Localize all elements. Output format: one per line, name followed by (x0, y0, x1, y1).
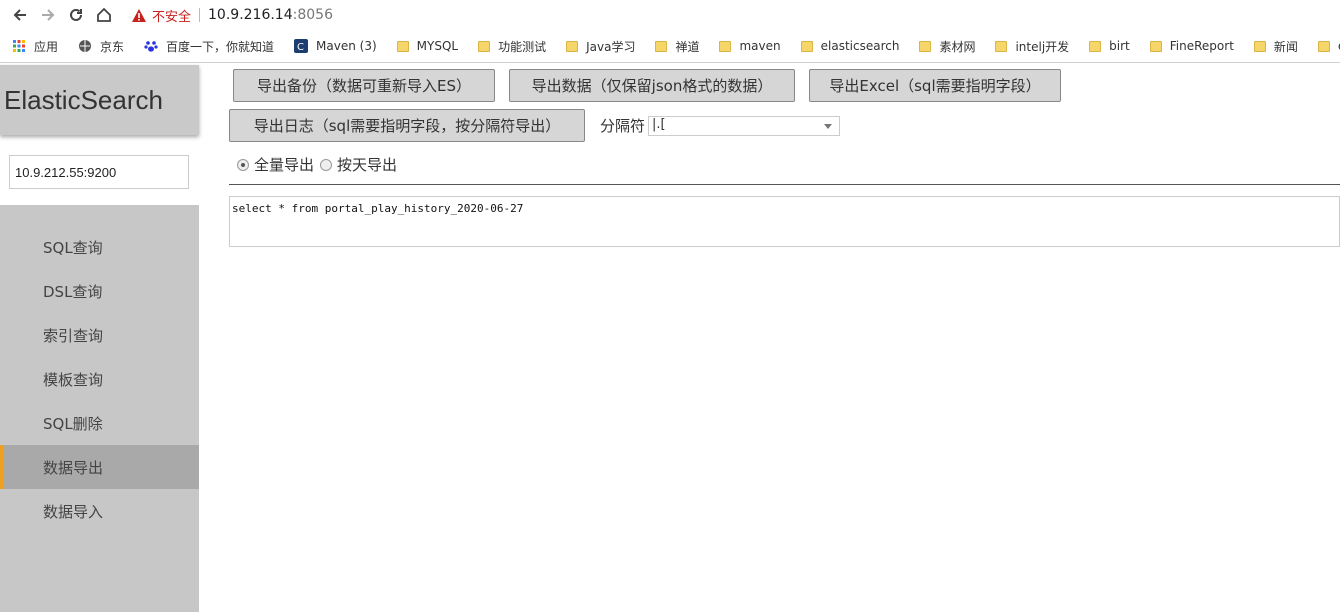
bookmark-folder[interactable]: 禅道 (655, 38, 699, 55)
back-arrow-icon (13, 9, 26, 21)
export-backup-button[interactable]: 导出备份（数据可重新导入ES） (233, 69, 495, 102)
bookmark-apps[interactable]: 应用 (12, 38, 58, 55)
folder-icon (919, 40, 932, 52)
globe-icon (79, 40, 92, 52)
bookmark-label: MYSQL (416, 39, 459, 53)
separator-value: |.[ (652, 117, 666, 132)
url-separator (199, 8, 201, 22)
sidebar-item-index-query[interactable]: 索引查询 (0, 313, 199, 357)
host-panel (0, 135, 199, 205)
folder-icon (1253, 40, 1266, 52)
bookmark-label: 应用 (34, 39, 59, 54)
home-icon (97, 7, 111, 22)
folder-icon (719, 40, 732, 52)
separator-label: 分隔符 (600, 117, 646, 135)
bookmark-label: Java学习 (586, 39, 636, 54)
bookmark-label: Maven (3) (316, 39, 377, 53)
maven-icon: C (294, 39, 309, 53)
sidebar-menu: SQL查询 DSL查询 索引查询 模板查询 SQL删除 数据导出 数据导入 (0, 225, 199, 533)
daily-export-label: 按天导出 (337, 156, 398, 174)
es-host-input[interactable] (9, 155, 189, 189)
bookmarks-bar: 应用 京东 百度一下，你就知道 C Maven (3) MYSQL 功能测试 J… (0, 30, 1340, 63)
sql-textarea[interactable]: select * from portal_play_history_2020-0… (229, 196, 1340, 247)
apps-grid-icon (13, 40, 25, 52)
sidebar-item-data-import[interactable]: 数据导入 (0, 489, 199, 533)
bookmark-folder[interactable]: intelj开发 (995, 38, 1069, 55)
bookmark-folder[interactable]: FineReport (1149, 39, 1234, 53)
warning-triangle-icon (132, 8, 146, 22)
sidebar-item-dsl-query[interactable]: DSL查询 (0, 269, 199, 313)
bookmark-folder[interactable]: 新闻 (1253, 38, 1298, 55)
bookmark-jd[interactable]: 京东 (78, 38, 124, 55)
sidebar-item-sql-query[interactable]: SQL查询 (0, 225, 199, 269)
sidebar-item-sql-delete[interactable]: SQL删除 (0, 401, 199, 445)
bookmark-folder[interactable]: maven (719, 39, 781, 53)
not-secure-label: 不安全 (152, 9, 192, 25)
folder-icon (995, 40, 1008, 52)
folder-icon (396, 40, 409, 52)
back-button[interactable] (6, 1, 34, 29)
folder-icon (655, 40, 668, 52)
divider (229, 184, 1340, 185)
export-json-button[interactable]: 导出数据（仅保留json格式的数据） (509, 69, 795, 102)
bookmark-folder[interactable]: Java学习 (566, 38, 635, 55)
bookmark-baidu[interactable]: 百度一下，你就知道 (144, 38, 274, 55)
folder-icon (1149, 40, 1162, 52)
bookmark-folder[interactable]: MYSQL (396, 39, 459, 53)
bookmark-label: 京东 (100, 39, 125, 54)
bookmark-label: 百度一下，你就知道 (166, 39, 275, 54)
forward-button[interactable] (34, 1, 62, 29)
bookmark-label: elasticsearch (820, 39, 900, 53)
url-field[interactable]: 不安全 10.9.216.14:8056 (132, 6, 333, 25)
address-bar: 不安全 10.9.216.14:8056 (0, 0, 1340, 30)
baidu-paw-icon (144, 41, 158, 52)
url-host: 10.9.216.14 (208, 7, 293, 23)
bookmark-label: maven (739, 39, 781, 53)
export-mode-group: 全量导出 按天导出 (237, 154, 397, 175)
svg-text:C: C (297, 42, 304, 53)
bookmark-folder[interactable]: elasticsearch (800, 39, 900, 53)
separator-select[interactable]: |.[ (648, 116, 840, 136)
full-export-radio[interactable] (237, 158, 249, 171)
sidebar-item-template-query[interactable]: 模板查询 (0, 357, 199, 401)
folder-icon (1317, 40, 1330, 52)
bookmark-folder[interactable]: 功能测试 (478, 38, 546, 55)
export-excel-button[interactable]: 导出Excel（sql需要指明字段） (809, 69, 1061, 102)
folder-icon (800, 40, 813, 52)
url-port: :8056 (292, 7, 333, 23)
reload-icon (70, 8, 82, 21)
chevron-down-icon (824, 124, 832, 129)
bookmark-label: 功能测试 (498, 39, 547, 54)
bookmark-label: 禅道 (675, 39, 700, 54)
sidebar: ElasticSearch SQL查询 DSL查询 索引查询 模板查询 SQL删… (0, 65, 199, 612)
main-content: 导出备份（数据可重新导入ES） 导出数据（仅保留json格式的数据） 导出Exc… (199, 65, 1340, 612)
forward-arrow-icon (42, 9, 55, 21)
app-title: ElasticSearch (0, 65, 199, 135)
folder-icon (1089, 40, 1102, 52)
bookmark-label: intelj开发 (1015, 39, 1070, 54)
export-log-button[interactable]: 导出日志（sql需要指明字段，按分隔符导出） (229, 109, 585, 142)
bookmark-folder[interactable]: birt (1089, 39, 1130, 53)
daily-export-radio[interactable] (320, 158, 333, 171)
home-button[interactable] (90, 1, 118, 29)
reload-button[interactable] (62, 1, 90, 29)
bookmark-label: birt (1109, 39, 1130, 53)
bookmark-label: 素材网 (939, 39, 976, 54)
bookmark-label: 新闻 (1273, 39, 1298, 54)
bookmark-label: FineReport (1169, 39, 1234, 53)
bookmark-folder[interactable]: ech (1317, 39, 1340, 53)
sidebar-item-data-export[interactable]: 数据导出 (0, 445, 199, 489)
bookmark-maven-3[interactable]: C Maven (3) (294, 39, 377, 53)
folder-icon (566, 40, 579, 52)
bookmark-folder[interactable]: 素材网 (919, 38, 975, 55)
folder-icon (478, 40, 491, 52)
full-export-label: 全量导出 (254, 156, 315, 174)
